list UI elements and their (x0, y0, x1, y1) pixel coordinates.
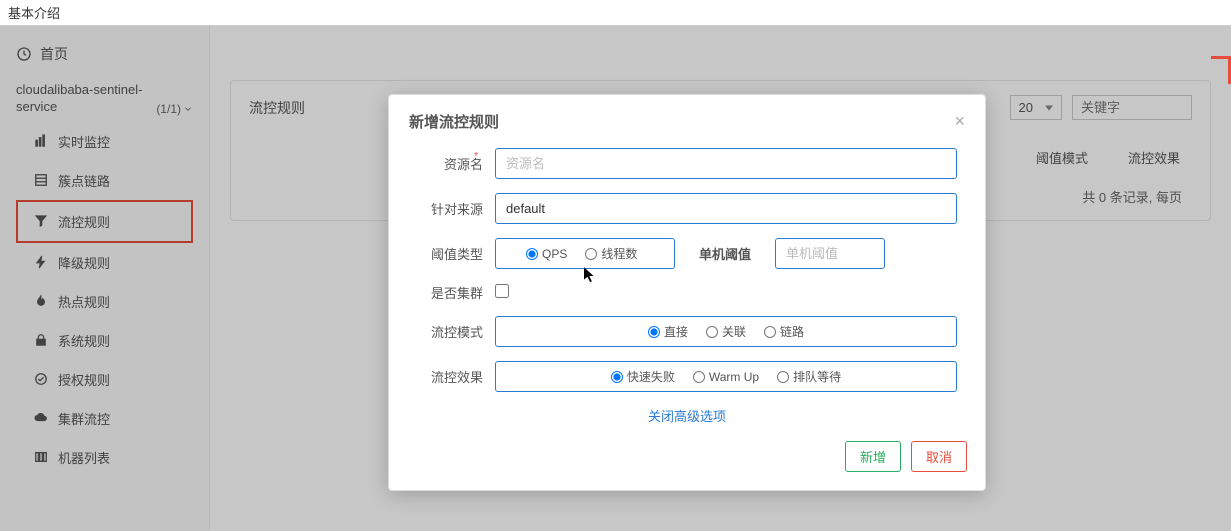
effect-fastfail-radio[interactable]: 快速失败 (611, 368, 675, 385)
threshold-type-box: QPS 线程数 (495, 238, 675, 269)
cluster-checkbox[interactable] (495, 284, 509, 298)
mode-chain-radio[interactable]: 链路 (764, 323, 804, 340)
effect-queue-radio[interactable]: 排队等待 (777, 368, 841, 385)
threshold-thread-radio[interactable]: 线程数 (585, 245, 637, 262)
tab-title: 基本介绍 (8, 3, 60, 22)
effect-warmup-radio[interactable]: Warm Up (693, 370, 759, 384)
close-icon[interactable]: × (954, 111, 965, 132)
effect-label: 流控效果 (417, 367, 495, 386)
resource-label: 资源名 (417, 154, 495, 173)
cancel-button[interactable]: 取消 (911, 441, 967, 472)
modal-title: 新增流控规则 (409, 111, 499, 132)
highlight-marker (1211, 56, 1231, 84)
source-input[interactable] (495, 193, 957, 224)
cluster-label: 是否集群 (417, 283, 495, 302)
single-threshold-label: 单机阈值 (699, 244, 751, 263)
mode-relate-radio[interactable]: 关联 (706, 323, 746, 340)
toggle-advanced[interactable]: 关闭高级选项 (417, 406, 957, 425)
mode-label: 流控模式 (417, 322, 495, 341)
threshold-type-label: 阈值类型 (417, 244, 495, 263)
add-flow-rule-modal: 新增流控规则 × 资源名 针对来源 阈值类型 QPS 线程数 单机阈值 (388, 94, 986, 491)
submit-button[interactable]: 新增 (845, 441, 901, 472)
resource-input[interactable] (495, 148, 957, 179)
mode-box: 直接 关联 链路 (495, 316, 957, 347)
single-threshold-input[interactable] (775, 238, 885, 269)
effect-box: 快速失败 Warm Up 排队等待 (495, 361, 957, 392)
mode-direct-radio[interactable]: 直接 (648, 323, 688, 340)
source-label: 针对来源 (417, 199, 495, 218)
threshold-qps-radio[interactable]: QPS (526, 247, 567, 261)
browser-tab-bar: 基本介绍 (0, 0, 1231, 26)
